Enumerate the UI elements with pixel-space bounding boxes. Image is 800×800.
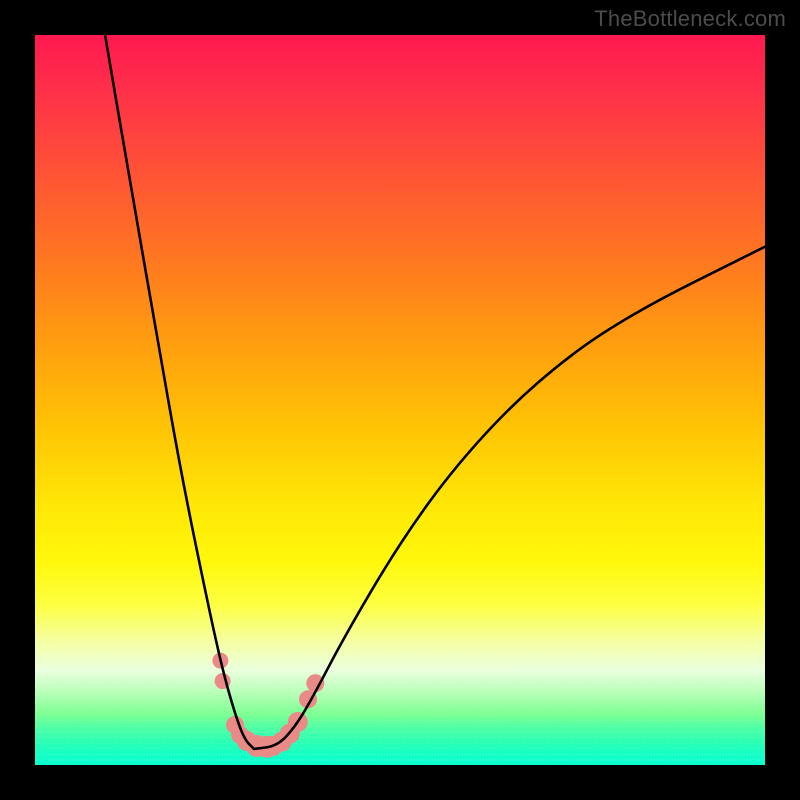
chart-svg bbox=[35, 35, 765, 765]
plot-area bbox=[35, 35, 765, 765]
watermark-text: TheBottleneck.com bbox=[594, 6, 786, 32]
bottleneck-curve bbox=[105, 35, 765, 749]
